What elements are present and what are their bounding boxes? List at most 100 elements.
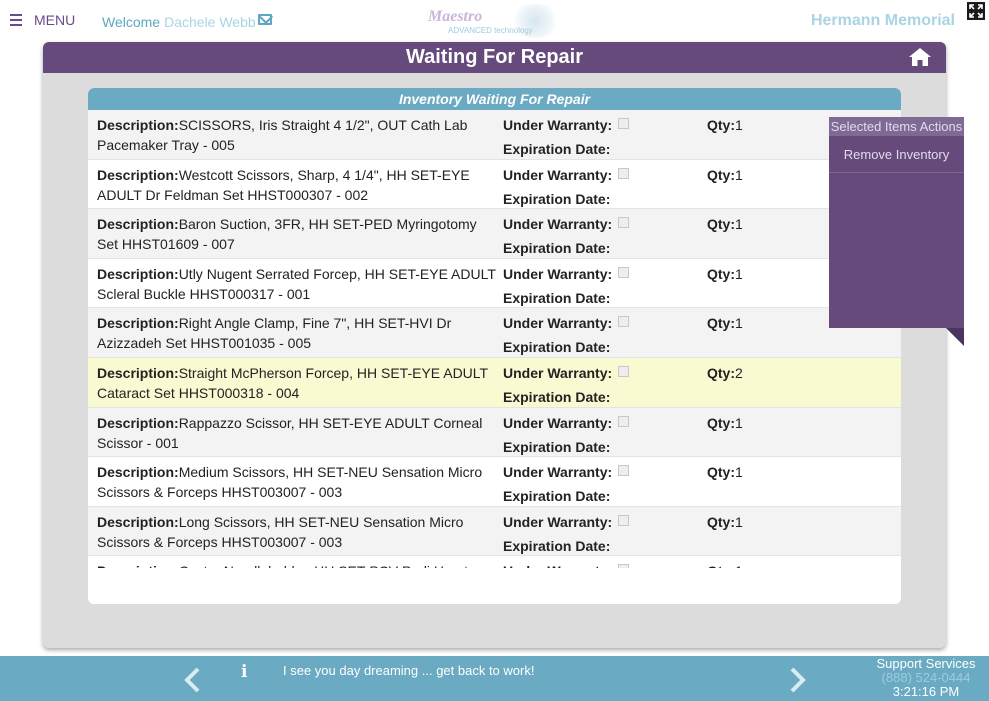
- description-label: Description:: [97, 563, 179, 568]
- hospital-name: Hermann Memorial: [810, 12, 955, 29]
- under-warranty: Under Warranty:: [503, 264, 630, 284]
- qty-label: Qty:: [707, 216, 735, 233]
- hamburger-icon: [10, 14, 22, 26]
- row-qty: Qty:1: [707, 413, 743, 433]
- footer-bar: i I see you day dreaming ... get back to…: [0, 656, 989, 701]
- user-name: Dachele Webb: [164, 14, 256, 30]
- footer-message: I see you day dreaming ... get back to w…: [283, 663, 535, 678]
- description-label: Description:: [97, 414, 179, 431]
- support-label: Support Services: [876, 656, 976, 671]
- table-title: Inventory Waiting For Repair: [88, 88, 901, 110]
- table-row[interactable]: Description:Medium Scissors, HH SET-NEU …: [88, 457, 901, 507]
- row-description: Description:Long Scissors, HH SET-NEU Se…: [97, 512, 497, 552]
- under-warranty-checkbox[interactable]: [618, 217, 630, 229]
- row-qty: Qty:1: [707, 512, 743, 532]
- row-qty: Qty:1: [707, 214, 743, 234]
- under-warranty: Under Warranty:: [503, 313, 630, 333]
- expiration-date-label: Expiration Date:: [503, 438, 611, 455]
- description-label: Description:: [97, 315, 179, 332]
- under-warranty: Under Warranty:: [503, 165, 630, 185]
- expiration-date-label: Expiration Date:: [503, 190, 611, 207]
- under-warranty-label: Under Warranty:: [503, 513, 613, 530]
- description-label: Description:: [97, 464, 179, 481]
- menu-button[interactable]: MENU: [10, 12, 75, 28]
- row-qty: Qty:1: [707, 313, 743, 333]
- remove-inventory-button[interactable]: Remove Inventory: [829, 136, 964, 173]
- qty-value: 1: [735, 166, 743, 183]
- under-warranty: Under Warranty:: [503, 115, 630, 135]
- table-rows[interactable]: Description:SCISSORS, Iris Straight 4 1/…: [88, 110, 901, 568]
- under-warranty-checkbox[interactable]: [618, 316, 630, 328]
- qty-value: 1: [735, 117, 743, 133]
- inventory-table: Inventory Waiting For Repair Description…: [88, 88, 901, 604]
- table-row[interactable]: Description:Westcott Scissors, Sharp, 4 …: [88, 159, 901, 210]
- table-row[interactable]: Description:Long Scissors, HH SET-NEU Se…: [88, 506, 901, 557]
- under-warranty-checkbox[interactable]: [618, 514, 630, 526]
- expiration-date-label: Expiration Date:: [503, 339, 611, 356]
- table-row[interactable]: Description:Baron Suction, 3FR, HH SET-P…: [88, 209, 901, 259]
- table-row[interactable]: Description:Right Angle Clamp, Fine 7", …: [88, 308, 901, 358]
- qty-label: Qty:: [707, 166, 735, 183]
- panel-header: Waiting For Repair: [43, 42, 946, 73]
- mail-icon[interactable]: [258, 14, 272, 25]
- under-warranty-checkbox[interactable]: [618, 266, 630, 278]
- welcome-text: Welcome Dachele Webb: [102, 14, 256, 30]
- qty-label: Qty:: [707, 563, 735, 568]
- expiration-date-label: Expiration Date:: [503, 289, 611, 306]
- expiration-date-label: Expiration Date:: [503, 141, 611, 157]
- row-qty: Qty:1: [707, 115, 743, 135]
- row-description: Description:Right Angle Clamp, Fine 7", …: [97, 313, 497, 353]
- actions-title: Selected Items Actions: [829, 117, 964, 136]
- next-arrow-icon[interactable]: [786, 666, 810, 694]
- description-label: Description:: [97, 117, 179, 133]
- under-warranty-label: Under Warranty:: [503, 563, 612, 568]
- under-warranty-checkbox[interactable]: [618, 167, 630, 179]
- under-warranty: Under Warranty:: [503, 214, 630, 234]
- qty-label: Qty:: [707, 117, 735, 133]
- under-warranty-checkbox[interactable]: [618, 118, 630, 129]
- row-description: Description:Straight McPherson Forcep, H…: [97, 363, 497, 403]
- selected-items-actions-panel: Selected Items Actions Remove Inventory: [829, 117, 964, 328]
- qty-value: 2: [735, 364, 743, 381]
- under-warranty: Under Warranty:: [503, 462, 630, 482]
- expiration-date-label: Expiration Date:: [503, 537, 611, 554]
- description-label: Description:: [97, 364, 179, 381]
- expiration-date-label: Expiration Date:: [503, 240, 611, 257]
- table-row[interactable]: Description:Utly Nugent Serrated Forcep,…: [88, 258, 901, 309]
- qty-label: Qty:: [707, 464, 735, 481]
- row-description: Description:Baron Suction, 3FR, HH SET-P…: [97, 214, 497, 254]
- qty-value: 1: [735, 216, 743, 233]
- row-description: Description:Medium Scissors, HH SET-NEU …: [97, 462, 497, 502]
- under-warranty-checkbox[interactable]: [618, 564, 630, 568]
- clock-time: 3:21:16 PM: [892, 684, 960, 699]
- table-row[interactable]: Description:SCISSORS, Iris Straight 4 1/…: [88, 110, 901, 160]
- under-warranty-label: Under Warranty:: [503, 117, 613, 133]
- qty-value: 1: [735, 315, 743, 332]
- info-icon[interactable]: i: [241, 663, 251, 681]
- qty-label: Qty:: [707, 414, 735, 431]
- table-row[interactable]: Description:Straight McPherson Forcep, H…: [88, 357, 901, 408]
- row-qty: Qty:2: [707, 363, 743, 383]
- description-label: Description:: [97, 216, 179, 233]
- row-description: Description:Westcott Scissors, Sharp, 4 …: [97, 165, 497, 205]
- under-warranty: Under Warranty:: [503, 413, 630, 433]
- page-title: Waiting For Repair: [405, 46, 584, 68]
- menu-label: MENU: [34, 12, 76, 28]
- under-warranty-checkbox[interactable]: [618, 365, 630, 377]
- fullscreen-icon[interactable]: [967, 2, 985, 20]
- under-warranty-checkbox[interactable]: [618, 465, 630, 477]
- qty-value: 1: [735, 464, 743, 481]
- qty-label: Qty:: [707, 364, 735, 381]
- description-value: Castro Needleholder, HH SET-PCV Pedi Hea…: [179, 563, 468, 568]
- previous-arrow-icon[interactable]: [180, 666, 204, 694]
- under-warranty-checkbox[interactable]: [618, 415, 630, 427]
- table-row[interactable]: Description:Castro Needleholder, HH SET-…: [88, 556, 901, 568]
- table-row[interactable]: Description:Rappazzo Scissor, HH SET-EYE…: [88, 407, 901, 458]
- home-icon[interactable]: [908, 47, 932, 67]
- description-label: Description:: [97, 513, 179, 530]
- description-label: Description:: [97, 166, 179, 183]
- under-warranty-label: Under Warranty:: [503, 216, 613, 233]
- row-description: Description:Rappazzo Scissor, HH SET-EYE…: [97, 413, 497, 453]
- row-qty: Qty:1: [707, 561, 743, 568]
- row-qty: Qty:1: [707, 165, 743, 185]
